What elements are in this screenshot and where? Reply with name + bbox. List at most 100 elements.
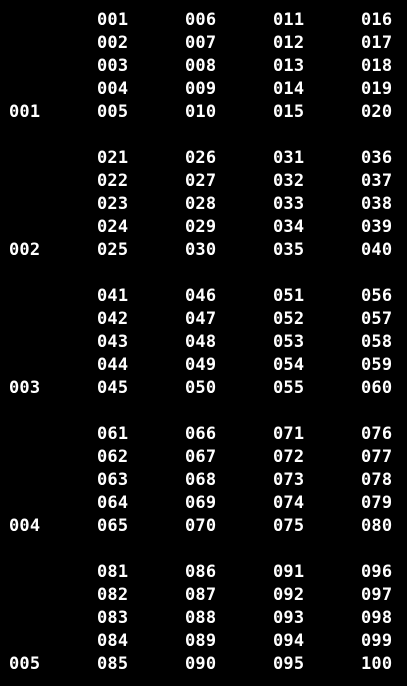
number-cell: 066 [185, 424, 217, 444]
number-cell: 044 [97, 355, 129, 375]
number-cell: 057 [361, 309, 393, 329]
number-cell: 082 [97, 585, 129, 605]
number-cell: 050 [185, 378, 217, 398]
number-cell: 067 [185, 447, 217, 467]
number-cell: 033 [273, 194, 305, 214]
number-cell: 007 [185, 33, 217, 53]
number-cell: 100 [361, 654, 393, 674]
number-cell: 008 [185, 56, 217, 76]
number-cell: 096 [361, 562, 393, 582]
number-cell: 075 [273, 516, 305, 536]
number-cell: 005 [97, 102, 129, 122]
number-cell: 026 [185, 148, 217, 168]
number-cell: 072 [273, 447, 305, 467]
number-cell: 079 [361, 493, 393, 513]
number-cell: 051 [273, 286, 305, 306]
number-cell: 068 [185, 470, 217, 490]
number-cell: 027 [185, 171, 217, 191]
number-cell: 011 [273, 10, 305, 30]
number-cell: 098 [361, 608, 393, 628]
number-cell: 043 [97, 332, 129, 352]
number-cell: 076 [361, 424, 393, 444]
number-cell: 089 [185, 631, 217, 651]
group-label: 005 [9, 654, 41, 674]
number-cell: 086 [185, 562, 217, 582]
number-cell: 097 [361, 585, 393, 605]
number-cell: 049 [185, 355, 217, 375]
number-cell: 085 [97, 654, 129, 674]
number-cell: 091 [273, 562, 305, 582]
number-cell: 018 [361, 56, 393, 76]
number-cell: 001 [97, 10, 129, 30]
number-cell: 034 [273, 217, 305, 237]
number-cell: 021 [97, 148, 129, 168]
number-cell: 092 [273, 585, 305, 605]
number-cell: 060 [361, 378, 393, 398]
number-cell: 047 [185, 309, 217, 329]
number-cell: 094 [273, 631, 305, 651]
number-cell: 012 [273, 33, 305, 53]
number-cell: 099 [361, 631, 393, 651]
number-cell: 017 [361, 33, 393, 53]
number-cell: 073 [273, 470, 305, 490]
number-cell: 039 [361, 217, 393, 237]
number-cell: 040 [361, 240, 393, 260]
number-cell: 024 [97, 217, 129, 237]
terminal-output: 001 001 002 003 004 005 006 007 008 009 010 011 012 0… [0, 0, 407, 686]
number-cell: 041 [97, 286, 129, 306]
number-cell: 013 [273, 56, 305, 76]
number-cell: 055 [273, 378, 305, 398]
number-cell: 028 [185, 194, 217, 214]
number-cell: 058 [361, 332, 393, 352]
number-cell: 090 [185, 654, 217, 674]
group-label: 003 [9, 378, 41, 398]
number-cell: 045 [97, 378, 129, 398]
number-cell: 095 [273, 654, 305, 674]
number-cell: 015 [273, 102, 305, 122]
number-cell: 052 [273, 309, 305, 329]
number-cell: 019 [361, 79, 393, 99]
number-cell: 062 [97, 447, 129, 467]
number-cell: 063 [97, 470, 129, 490]
number-cell: 059 [361, 355, 393, 375]
number-cell: 020 [361, 102, 393, 122]
number-cell: 054 [273, 355, 305, 375]
number-cell: 064 [97, 493, 129, 513]
number-cell: 069 [185, 493, 217, 513]
number-cell: 014 [273, 79, 305, 99]
number-cell: 004 [97, 79, 129, 99]
number-cell: 031 [273, 148, 305, 168]
number-cell: 056 [361, 286, 393, 306]
number-cell: 084 [97, 631, 129, 651]
number-cell: 070 [185, 516, 217, 536]
number-cell: 080 [361, 516, 393, 536]
number-cell: 081 [97, 562, 129, 582]
number-cell: 046 [185, 286, 217, 306]
number-cell: 083 [97, 608, 129, 628]
number-cell: 006 [185, 10, 217, 30]
group-label: 002 [9, 240, 41, 260]
number-cell: 003 [97, 56, 129, 76]
number-cell: 093 [273, 608, 305, 628]
number-cell: 071 [273, 424, 305, 444]
number-cell: 037 [361, 171, 393, 191]
group-label: 004 [9, 516, 41, 536]
number-cell: 022 [97, 171, 129, 191]
number-cell: 016 [361, 10, 393, 30]
number-cell: 023 [97, 194, 129, 214]
number-cell: 009 [185, 79, 217, 99]
number-cell: 065 [97, 516, 129, 536]
number-cell: 048 [185, 332, 217, 352]
number-cell: 036 [361, 148, 393, 168]
number-cell: 087 [185, 585, 217, 605]
number-cell: 032 [273, 171, 305, 191]
number-cell: 053 [273, 332, 305, 352]
number-cell: 010 [185, 102, 217, 122]
number-cell: 042 [97, 309, 129, 329]
number-cell: 088 [185, 608, 217, 628]
number-cell: 029 [185, 217, 217, 237]
number-cell: 002 [97, 33, 129, 53]
group-label: 001 [9, 102, 41, 122]
number-cell: 038 [361, 194, 393, 214]
number-cell: 074 [273, 493, 305, 513]
